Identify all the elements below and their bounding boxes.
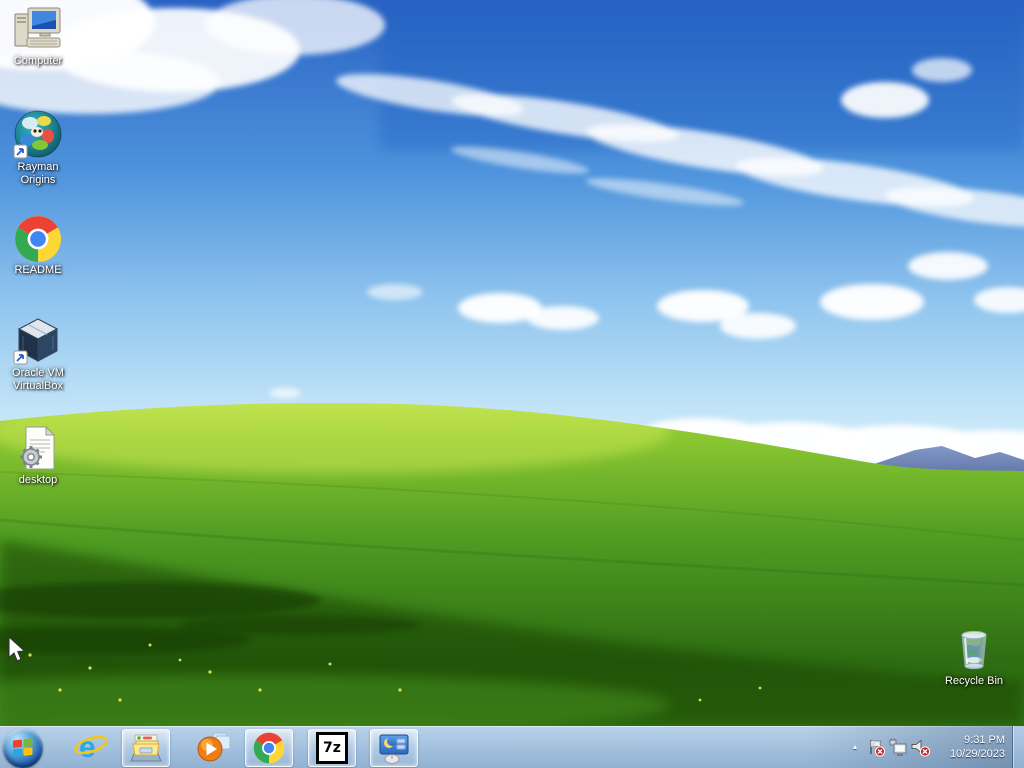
- action-center-tray-button[interactable]: [865, 737, 887, 757]
- desktop-root: { "wallpaper": { "name": "bliss-green-hi…: [0, 0, 1024, 768]
- taskbar-button-internet-explorer[interactable]: e: [70, 730, 112, 764]
- clock-date: 10/29/2023: [949, 748, 1005, 760]
- desktop-icon-virtualbox[interactable]: Oracle VM VirtualBox: [0, 316, 76, 393]
- taskbar-button-7zip[interactable]: 7z: [308, 729, 356, 767]
- display-settings-icon: [379, 734, 409, 764]
- taskbar-button-chrome[interactable]: [245, 729, 293, 767]
- svg-text:e: e: [79, 731, 96, 764]
- computer-icon: [14, 7, 61, 48]
- show-hidden-icons-button[interactable]: ▲: [847, 739, 863, 755]
- desktop-icon-recycle-bin[interactable]: Recycle Bin: [936, 624, 1012, 688]
- 7zip-glyph: 7z: [323, 740, 341, 756]
- config-file-gear-icon: [20, 425, 56, 470]
- internet-explorer-icon: e: [74, 731, 108, 764]
- recycle-bin-icon: [961, 630, 987, 670]
- show-desktop-button[interactable]: [1012, 726, 1024, 768]
- network-tray-button[interactable]: [887, 737, 909, 757]
- chrome-file-icon: [15, 216, 61, 262]
- tray-clock[interactable]: 9:31 PM 10/29/2023: [931, 733, 1009, 761]
- windows-logo-icon: [13, 738, 33, 757]
- action-center-flag-error-icon: [869, 739, 885, 757]
- bliss-wallpaper: [0, 0, 1024, 726]
- taskbar-button-media-player[interactable]: [192, 730, 234, 764]
- desktop-icon-computer[interactable]: Computer: [0, 4, 76, 68]
- icon-label: Recycle Bin: [944, 675, 1004, 687]
- desktop-icon-readme[interactable]: README: [0, 213, 76, 277]
- icon-label: README: [14, 264, 62, 276]
- icon-label: Rayman Origins: [17, 161, 59, 186]
- taskbar-button-windows-explorer[interactable]: [122, 729, 170, 767]
- virtualbox-icon: [13, 318, 59, 365]
- windows-explorer-icon: [130, 734, 162, 762]
- icon-label: Computer: [13, 55, 63, 67]
- clock-time: 9:31 PM: [964, 734, 1005, 746]
- icon-label: desktop: [18, 474, 58, 486]
- desktop-icon-desktop-ini[interactable]: desktop: [0, 423, 76, 487]
- taskbar: e 7z ▲ 9:31 PM 10/29/2023: [0, 726, 1024, 768]
- volume-muted-icon: [911, 738, 930, 757]
- rayman-origins-icon: [13, 110, 62, 159]
- 7zip-icon: 7z: [316, 732, 348, 764]
- icon-label: Oracle VM VirtualBox: [12, 367, 64, 392]
- taskbar-button-display-settings[interactable]: [370, 729, 418, 767]
- system-tray: ▲ 9:31 PM 10/29/2023: [847, 726, 1024, 768]
- chrome-icon: [253, 732, 285, 764]
- wired-network-icon: [889, 738, 907, 756]
- volume-tray-button[interactable]: [909, 737, 931, 757]
- start-button[interactable]: [3, 728, 43, 768]
- desktop-icon-rayman-origins[interactable]: Rayman Origins: [0, 110, 76, 187]
- media-player-icon: [197, 732, 231, 762]
- chevron-up-icon: ▲: [851, 743, 859, 751]
